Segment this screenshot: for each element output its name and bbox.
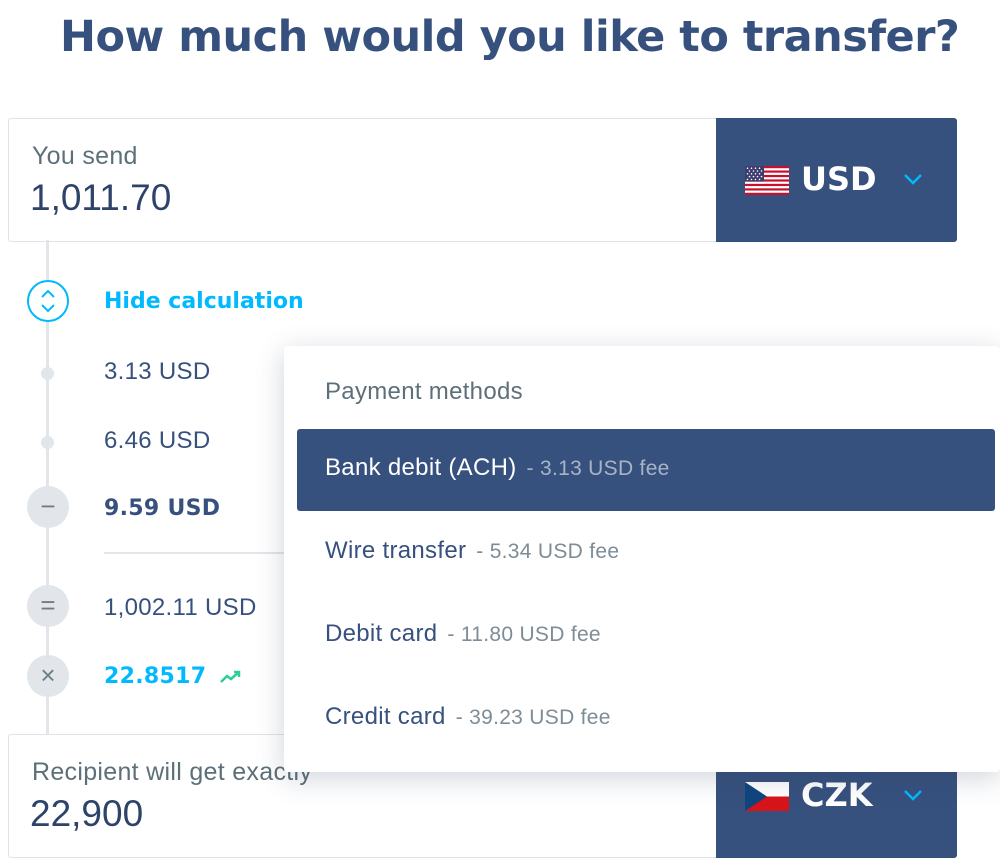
minus-icon: − xyxy=(27,486,69,528)
payment-option-name: Debit card xyxy=(325,620,438,647)
payment-option-fee: - 39.23 USD fee xyxy=(455,706,611,729)
chevron-down-icon xyxy=(902,788,924,802)
exchange-rate-value: 22.8517 xyxy=(104,664,207,689)
send-amount-input[interactable]: 1,011.70 xyxy=(30,177,171,219)
payment-option-label: Wire transfer - 5.34 USD fee xyxy=(325,537,619,565)
fee-dot-marker xyxy=(41,436,54,449)
trend-up-icon xyxy=(220,665,242,690)
fee-amount: 3.13 USD xyxy=(104,358,211,385)
czech-flag-icon xyxy=(745,782,789,811)
payment-methods-title: Payment methods xyxy=(325,378,523,405)
payment-option-name: Wire transfer xyxy=(325,537,467,564)
receive-amount-label: Recipient will get exactly xyxy=(32,758,313,786)
fee-dot-marker xyxy=(41,367,54,380)
send-amount-label: You send xyxy=(32,142,138,170)
send-currency-code: USD xyxy=(801,160,877,198)
payment-methods-dropdown: Payment methods Bank debit (ACH) - 3.13 U… xyxy=(284,346,1000,772)
receive-currency-code: CZK xyxy=(801,776,873,814)
calculation-divider xyxy=(104,552,294,554)
receive-amount-input[interactable]: 22,900 xyxy=(30,793,143,835)
payment-option-name: Bank debit (ACH) xyxy=(325,454,517,481)
send-currency-selector[interactable]: USD xyxy=(716,118,957,242)
us-flag-icon xyxy=(745,166,789,195)
total-fees: 9.59 USD xyxy=(104,496,221,521)
payment-option-credit-card[interactable]: Credit card - 39.23 USD fee xyxy=(297,678,995,760)
payment-option-fee: - 3.13 USD fee xyxy=(526,457,670,480)
converted-amount: 1,002.11 USD xyxy=(104,594,257,621)
hide-calculation-link[interactable]: Hide calculation xyxy=(104,289,304,314)
chevron-down-icon xyxy=(902,172,924,186)
payment-option-name: Credit card xyxy=(325,703,446,730)
times-icon: × xyxy=(27,655,69,697)
payment-option-label: Debit card - 11.80 USD fee xyxy=(325,620,601,648)
exchange-rate[interactable]: 22.8517 xyxy=(104,664,242,690)
collapse-icon[interactable] xyxy=(27,280,69,322)
equals-icon: = xyxy=(27,585,69,627)
payment-option-fee: - 5.34 USD fee xyxy=(476,540,620,563)
payment-option-bank-debit[interactable]: Bank debit (ACH) - 3.13 USD fee xyxy=(297,429,995,511)
payment-option-fee: - 11.80 USD fee xyxy=(447,623,601,646)
send-amount-box: You send 1,011.70 USD xyxy=(8,118,957,242)
payment-option-label: Bank debit (ACH) - 3.13 USD fee xyxy=(325,454,670,482)
payment-option-label: Credit card - 39.23 USD fee xyxy=(325,703,611,731)
page-title: How much would you like to transfer? xyxy=(60,12,960,62)
payment-option-debit-card[interactable]: Debit card - 11.80 USD fee xyxy=(297,595,995,677)
fee-amount: 6.46 USD xyxy=(104,427,211,454)
payment-option-wire-transfer[interactable]: Wire transfer - 5.34 USD fee xyxy=(297,512,995,594)
